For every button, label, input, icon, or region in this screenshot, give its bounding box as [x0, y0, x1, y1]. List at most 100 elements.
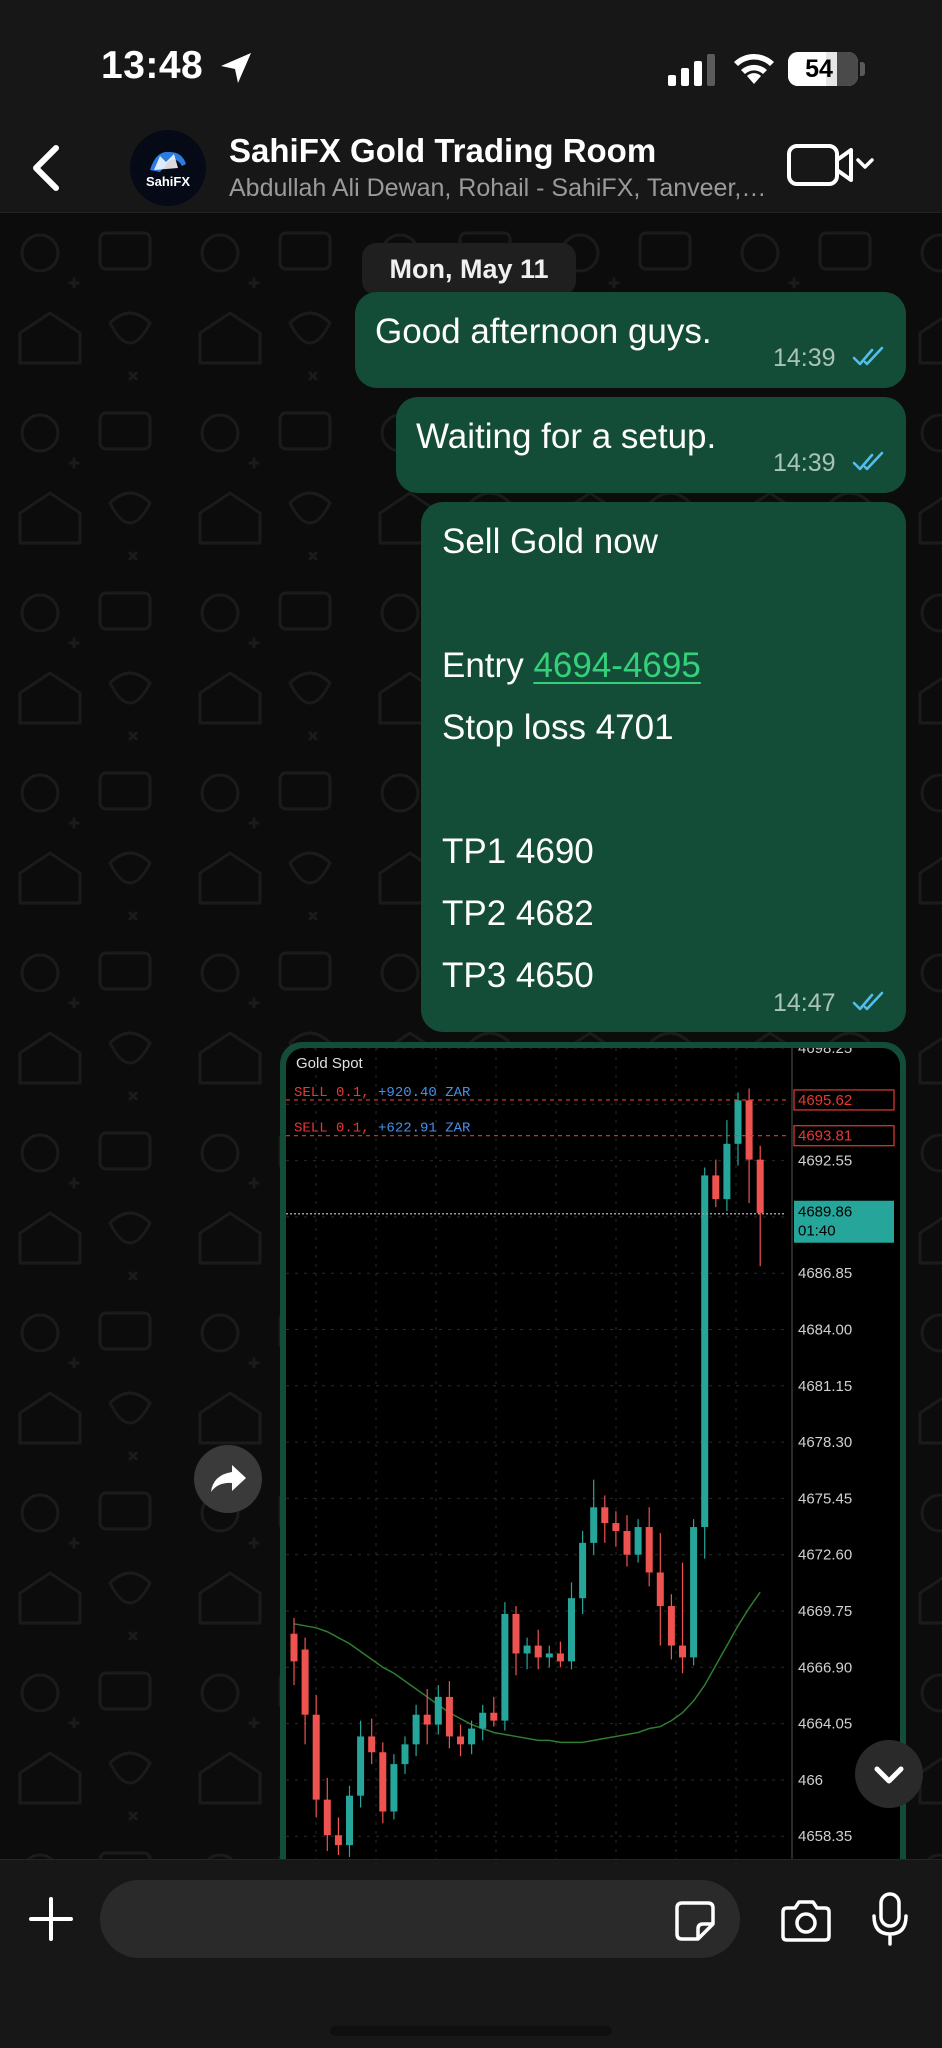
candle-body	[667, 1606, 675, 1646]
position-label-side: SELL 0.1,	[294, 1085, 370, 1101]
candle-body	[334, 1835, 342, 1846]
signal-line-tp1: TP1 4690	[442, 832, 594, 871]
video-call-icon	[787, 144, 853, 186]
position-price-label: 4693.81	[798, 1128, 852, 1145]
candle-body	[368, 1736, 376, 1753]
read-receipt-icon	[852, 991, 884, 1011]
home-indicator	[330, 2026, 612, 2036]
candle-body	[512, 1613, 520, 1654]
video-call-button[interactable]	[786, 140, 876, 190]
chevron-down-icon	[856, 158, 874, 169]
candle-body	[545, 1653, 553, 1658]
entry-range-link[interactable]: 4694-4695	[533, 646, 700, 685]
message-bubble[interactable]: Waiting for a setup. 14:39	[396, 397, 906, 493]
candle-body	[301, 1649, 309, 1715]
candle-body	[390, 1764, 398, 1812]
camera-icon[interactable]	[780, 1900, 832, 1942]
candle-body	[623, 1530, 631, 1555]
message-input[interactable]	[100, 1880, 740, 1958]
candle-body	[690, 1527, 698, 1658]
message-text: Good afternoon guys.	[375, 312, 712, 351]
price-tick-label: 4686.85	[798, 1265, 852, 1282]
candle-body	[379, 1752, 387, 1812]
message-time: 14:47	[773, 989, 836, 1017]
candle-body	[723, 1143, 731, 1200]
signal-line-sell: Sell Gold now	[442, 522, 658, 561]
bull-logo-icon	[150, 151, 186, 172]
price-tick-label: 4672.60	[798, 1547, 852, 1564]
candle-body	[579, 1542, 587, 1599]
message-text: Waiting for a setup.	[416, 417, 717, 456]
candle-body	[534, 1645, 542, 1658]
candle-body	[634, 1527, 642, 1555]
price-tick-label: 4669.75	[798, 1603, 852, 1620]
candle-body	[568, 1598, 575, 1662]
position-label-side: SELL 0.1,	[294, 1121, 370, 1137]
candle-body	[401, 1744, 409, 1765]
scroll-to-bottom-button[interactable]	[855, 1740, 923, 1808]
candle-body	[457, 1736, 464, 1745]
chat-title[interactable]: SahiFX Gold Trading Room	[229, 132, 656, 170]
wifi-icon	[734, 54, 774, 84]
read-receipt-icon	[852, 451, 884, 471]
signal-line-stop-loss: Stop loss 4701	[442, 708, 674, 747]
candle-body	[601, 1507, 609, 1524]
price-tick-label: 4675.45	[798, 1490, 852, 1507]
date-separator: Mon, May 11	[362, 243, 576, 295]
candle-body	[290, 1633, 298, 1662]
chart-screenshot[interactable]: SELL 0.1, +920.40 ZAR SELL 0.1, +622.91 Z…	[286, 1048, 900, 1859]
read-receipt-icon	[852, 346, 884, 366]
avatar-logo-text: SahiFX	[145, 174, 191, 189]
candle-body	[312, 1714, 320, 1800]
candle-body	[745, 1100, 753, 1160]
group-avatar[interactable]: SahiFX	[130, 130, 206, 206]
countdown-label: 01:40	[798, 1223, 836, 1240]
signal-line-tp2: TP2 4682	[442, 894, 594, 933]
chat-area[interactable]: Mon, May 11 Good afternoon guys. 14:39 W…	[0, 213, 942, 1859]
candle-body	[656, 1572, 664, 1607]
message-bubble[interactable]: Good afternoon guys. 14:39	[355, 292, 906, 388]
signal-message-bubble[interactable]	[421, 502, 906, 1032]
candle-body	[701, 1175, 709, 1528]
position-label-pnl: +920.40 ZAR	[370, 1085, 471, 1101]
battery-icon: 54	[788, 52, 858, 86]
candle-body	[423, 1714, 431, 1725]
candle-body	[590, 1507, 598, 1543]
candle-body	[357, 1736, 365, 1796]
price-tick-label: 4658.35	[798, 1828, 852, 1845]
candle-body	[412, 1714, 420, 1745]
price-tick-label: 4684.00	[798, 1322, 852, 1339]
back-button[interactable]	[22, 140, 72, 196]
entry-label: Entry	[442, 646, 524, 685]
candle-body	[556, 1653, 564, 1662]
chart-title: Gold Spot	[296, 1055, 364, 1072]
chat-participants[interactable]: Abdullah Ali Dewan, Rohail - SahiFX, Tan…	[229, 174, 769, 203]
plus-icon[interactable]	[28, 1896, 74, 1942]
image-message-bubble[interactable]: SELL 0.1, +920.40 ZAR SELL 0.1, +622.91 Z…	[280, 1042, 906, 1859]
sticker-icon[interactable]	[674, 1900, 716, 1942]
forward-arrow-icon	[211, 1465, 246, 1492]
position-price-label: 4695.62	[798, 1092, 852, 1109]
cellular-signal-icon	[668, 54, 715, 86]
position-label: SELL 0.1, +920.40 ZAR	[294, 1085, 471, 1101]
candle-body	[346, 1795, 353, 1846]
candle-body	[501, 1613, 509, 1721]
message-time: 14:39	[773, 449, 836, 477]
price-tick-label: 4681.15	[798, 1378, 852, 1395]
battery-percent: 54	[805, 55, 833, 83]
candle-body	[734, 1100, 742, 1144]
candle-body	[645, 1527, 653, 1573]
forward-button[interactable]	[194, 1445, 262, 1513]
candle-body	[323, 1799, 331, 1836]
candle-body	[445, 1696, 453, 1737]
candle-body	[479, 1712, 487, 1729]
candle-body	[612, 1523, 620, 1531]
position-label-pnl: +622.91 ZAR	[370, 1121, 471, 1137]
candle-body	[523, 1645, 531, 1654]
position-label: SELL 0.1, +622.91 ZAR	[294, 1121, 471, 1137]
signal-line-tp3: TP3 4650	[442, 956, 594, 995]
microphone-icon[interactable]	[870, 1892, 910, 1946]
price-tick-label: 4666.90	[798, 1659, 852, 1676]
candle-body	[712, 1175, 720, 1200]
price-tick-label: 4678.30	[798, 1434, 852, 1451]
